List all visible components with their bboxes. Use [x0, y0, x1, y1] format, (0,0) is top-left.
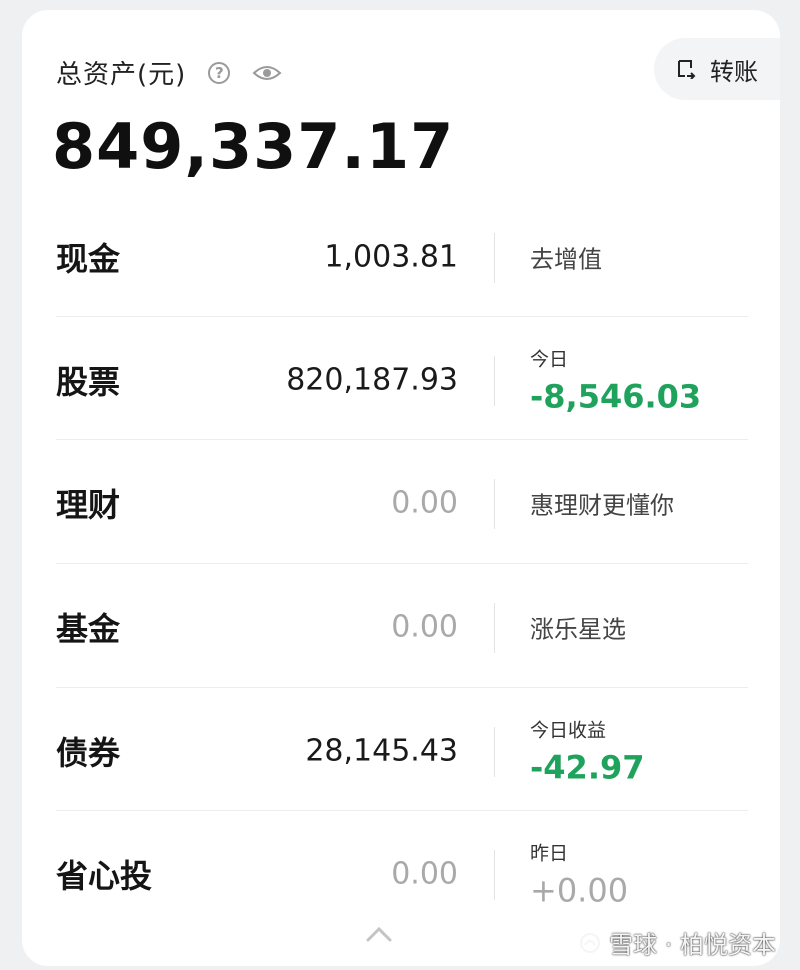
column-divider	[494, 479, 495, 529]
asset-row-funds[interactable]: 基金 0.00 涨乐星选	[56, 565, 748, 688]
asset-amount: 0.00	[391, 609, 458, 644]
column-divider	[494, 850, 495, 900]
row-divider	[56, 687, 748, 688]
asset-name: 债券	[56, 733, 121, 772]
change-value: -42.97	[530, 748, 645, 786]
asset-amount: 28,145.43	[305, 733, 458, 768]
watermark: 雪球 · 柏悦资本	[579, 925, 776, 960]
row-divider	[56, 439, 748, 440]
row-divider	[56, 316, 748, 317]
row-divider	[56, 810, 748, 811]
asset-action-link[interactable]: 涨乐星选	[530, 609, 626, 644]
asset-row-cash[interactable]: 现金 1,003.81 去增值	[56, 195, 748, 318]
asset-name: 省心投	[56, 856, 153, 895]
column-divider	[494, 356, 495, 406]
transfer-button[interactable]: 转账	[654, 38, 780, 100]
transfer-label: 转账	[710, 57, 758, 86]
title-row: 总资产(元) ?	[56, 54, 282, 91]
asset-name: 理财	[56, 485, 121, 524]
total-assets-value: 849,337.17	[52, 110, 455, 183]
asset-amount: 820,187.93	[286, 362, 458, 397]
eye-icon[interactable]	[252, 63, 282, 83]
row-divider	[56, 563, 748, 564]
asset-today-change: 今日 -8,546.03	[530, 344, 701, 415]
asset-yesterday-change: 昨日 +0.00	[530, 838, 628, 909]
asset-action-link[interactable]: 惠理财更懂你	[530, 485, 674, 520]
asset-name: 现金	[56, 239, 121, 278]
column-divider	[494, 233, 495, 283]
change-label: 今日收益	[530, 719, 607, 741]
change-label: 今日	[530, 348, 569, 370]
asset-row-bonds[interactable]: 债券 28,145.43 今日收益 -42.97	[56, 689, 748, 812]
asset-name: 基金	[56, 609, 121, 648]
asset-action-link[interactable]: 去增值	[530, 239, 602, 274]
assets-card: 总资产(元) ? 转账 849,337.17 现金 1,003.81 去增值 股…	[22, 10, 780, 966]
watermark-text: 雪球 · 柏悦资本	[609, 931, 776, 959]
asset-amount: 0.00	[391, 485, 458, 520]
asset-row-wealth[interactable]: 理财 0.00 惠理财更懂你	[56, 441, 748, 564]
column-divider	[494, 603, 495, 653]
change-label: 昨日	[530, 842, 569, 864]
asset-row-stocks[interactable]: 股票 820,187.93 今日 -8,546.03	[56, 318, 748, 441]
change-value: +0.00	[530, 871, 629, 909]
asset-row-easy-invest[interactable]: 省心投 0.00 昨日 +0.00	[56, 812, 748, 935]
asset-amount: 0.00	[391, 856, 458, 891]
transfer-icon	[678, 60, 696, 79]
asset-name: 股票	[56, 362, 121, 401]
change-value: -8,546.03	[530, 377, 702, 415]
asset-amount: 1,003.81	[324, 239, 458, 274]
chevron-up-icon[interactable]	[366, 926, 392, 942]
column-divider	[494, 727, 495, 777]
page-title: 总资产(元)	[56, 60, 187, 90]
snowball-logo-icon	[580, 932, 601, 953]
asset-today-income: 今日收益 -42.97	[530, 715, 645, 786]
question-circle-icon[interactable]: ?	[208, 61, 231, 84]
